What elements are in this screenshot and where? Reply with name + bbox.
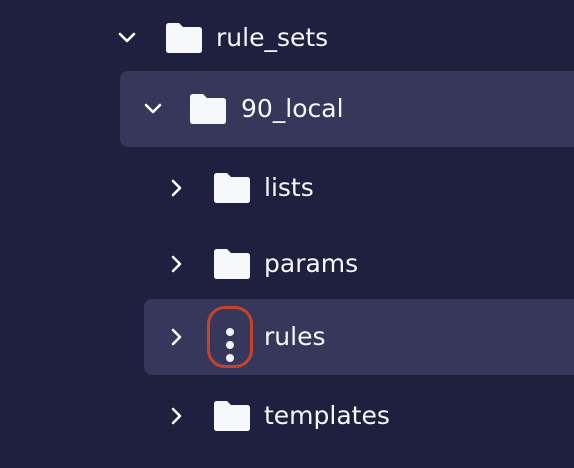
folder-icon: [214, 401, 250, 431]
tree-item-lists[interactable]: lists: [0, 150, 574, 226]
kebab-menu-button[interactable]: [207, 306, 253, 368]
folder-icon: [214, 249, 250, 279]
tree-item-label: rule_sets: [216, 23, 329, 52]
tree-item-label: params: [264, 249, 359, 278]
tree-item-label: lists: [264, 173, 314, 202]
tree-item-90-local[interactable]: 90_local: [0, 71, 574, 147]
chevron-right-icon[interactable]: [165, 326, 187, 348]
chevron-down-icon[interactable]: [116, 27, 138, 49]
tree-item-label: rules: [264, 322, 326, 351]
kebab-dot: [226, 354, 234, 362]
kebab-menu-icon: [226, 328, 234, 336]
tree-item-label: templates: [264, 401, 390, 430]
kebab-dot: [226, 341, 234, 349]
tree-item-rules[interactable]: rules: [0, 299, 574, 375]
tree-item-label: 90_local: [241, 94, 344, 123]
chevron-down-icon[interactable]: [142, 98, 164, 120]
tree-item-params[interactable]: params: [0, 226, 574, 302]
file-tree: rule_sets 90_local lists params rules te…: [0, 0, 574, 468]
folder-icon: [214, 173, 250, 203]
folder-icon: [190, 94, 226, 124]
chevron-right-icon[interactable]: [165, 253, 187, 275]
chevron-right-icon[interactable]: [165, 405, 187, 427]
tree-item-rule-sets[interactable]: rule_sets: [0, 0, 574, 76]
folder-icon: [166, 23, 202, 53]
tree-item-templates[interactable]: templates: [0, 378, 574, 454]
chevron-right-icon[interactable]: [165, 177, 187, 199]
